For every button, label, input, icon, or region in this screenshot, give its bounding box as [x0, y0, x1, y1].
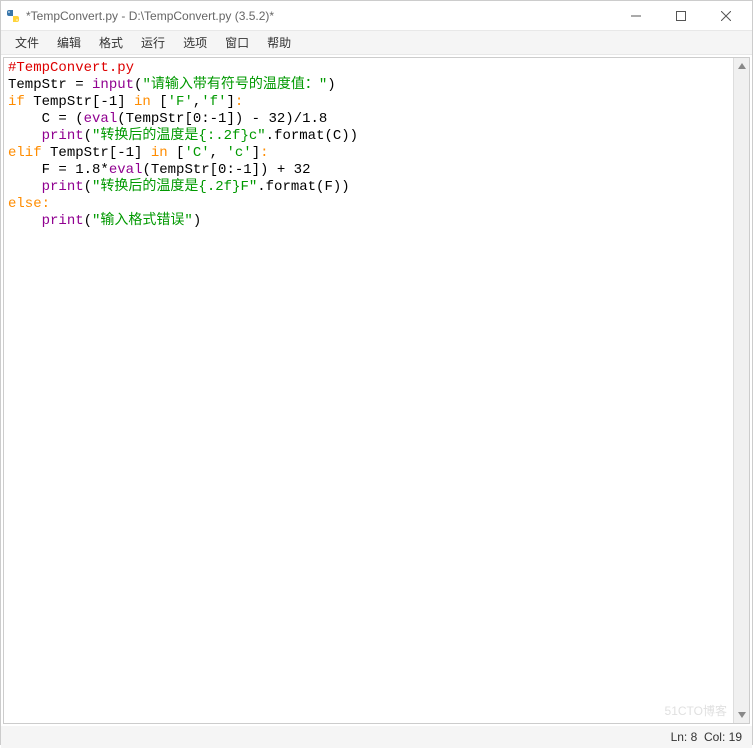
line-number: 8: [691, 730, 698, 744]
code-line[interactable]: print("转换后的温度是{:.2f}c".format(C)): [8, 128, 729, 145]
maximize-button[interactable]: [658, 2, 703, 30]
close-button[interactable]: [703, 2, 748, 30]
menu-options[interactable]: 选项: [175, 32, 215, 53]
code-line[interactable]: print("输入格式错误"): [8, 213, 729, 230]
code-line[interactable]: else:: [8, 196, 729, 213]
window-title: *TempConvert.py - D:\TempConvert.py (3.5…: [26, 9, 613, 23]
code-line[interactable]: TempStr = input("请输入带有符号的温度值："): [8, 77, 729, 94]
menubar: 文件 编辑 格式 运行 选项 窗口 帮助: [1, 31, 752, 55]
titlebar: *TempConvert.py - D:\TempConvert.py (3.5…: [1, 1, 752, 31]
watermark: 51CTO博客: [665, 702, 727, 719]
editor-container: #TempConvert.pyTempStr = input("请输入带有符号的…: [3, 57, 750, 724]
col-number: 19: [729, 730, 742, 744]
code-line[interactable]: C = (eval(TempStr[0:-1]) - 32)/1.8: [8, 111, 729, 128]
line-label: Ln:: [671, 730, 688, 744]
code-line[interactable]: print("转换后的温度是{.2f}F".format(F)): [8, 179, 729, 196]
menu-window[interactable]: 窗口: [217, 32, 257, 53]
scroll-down-arrow[interactable]: [734, 707, 749, 723]
code-line[interactable]: #TempConvert.py: [8, 60, 729, 77]
menu-file[interactable]: 文件: [7, 32, 47, 53]
vertical-scrollbar[interactable]: [733, 58, 749, 723]
menu-run[interactable]: 运行: [133, 32, 173, 53]
code-line[interactable]: elif TempStr[-1] in ['C', 'c']:: [8, 145, 729, 162]
minimize-button[interactable]: [613, 2, 658, 30]
window-controls: [613, 2, 748, 30]
menu-edit[interactable]: 编辑: [49, 32, 89, 53]
code-line[interactable]: F = 1.8*eval(TempStr[0:-1]) + 32: [8, 162, 729, 179]
code-line[interactable]: if TempStr[-1] in ['F','f']:: [8, 94, 729, 111]
menu-help[interactable]: 帮助: [259, 32, 299, 53]
code-editor[interactable]: #TempConvert.pyTempStr = input("请输入带有符号的…: [4, 58, 733, 723]
app-icon: [5, 8, 21, 24]
menu-format[interactable]: 格式: [91, 32, 131, 53]
scroll-up-arrow[interactable]: [734, 58, 749, 74]
col-label: Col:: [704, 730, 725, 744]
